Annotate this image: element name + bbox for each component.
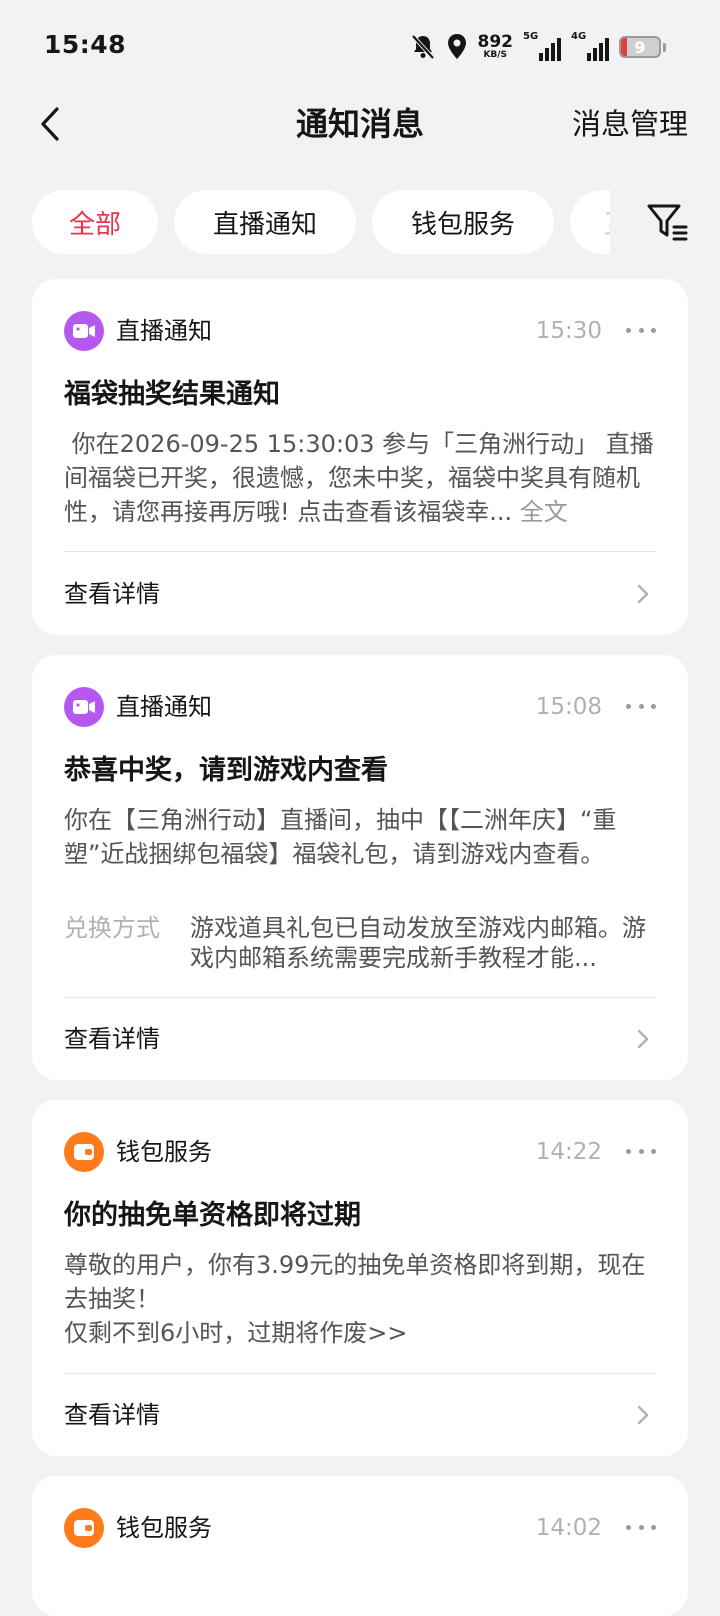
sim2-signal: 4G (571, 31, 609, 61)
chip-wallet-service[interactable]: 钱包服务 (372, 190, 554, 254)
card-body: 你在【三角洲行动】直播间，抽中【【二洲年庆】“重塑”近战捆绑包福袋】福袋礼包，请… (64, 806, 617, 868)
chevron-right-icon (637, 584, 649, 604)
notification-card[interactable]: 钱包服务 14:22 你的抽免单资格即将过期 尊敬的用户，你有3.99元的抽免单… (32, 1100, 688, 1456)
card-header: 钱包服务 14:22 (64, 1132, 656, 1172)
bell-muted-icon (411, 34, 434, 60)
battery-cap (663, 42, 666, 52)
divider (64, 997, 656, 998)
wallet-icon (64, 1132, 104, 1172)
card-source: 钱包服务 (116, 1514, 212, 1542)
sim1-network-type: 5G (523, 31, 539, 42)
filter-bar: 全部 直播通知 钱包服务 互 (0, 190, 720, 254)
status-bar: 15:48 892 KB/S 5G 4G 9 (0, 0, 720, 92)
card-body: 你在2026-09-25 15:30:03 参与「三角洲行动」 直播间福袋已开奖… (64, 427, 656, 529)
view-details-label: 查看详情 (64, 1401, 160, 1429)
signal-bars-icon (539, 38, 561, 61)
video-camera-icon (64, 687, 104, 727)
card-header: 直播通知 15:08 (64, 687, 656, 727)
card-title: 你的抽免单资格即将过期 (64, 1200, 361, 1231)
card-title: 福袋抽奖结果通知 (64, 379, 280, 410)
more-options-icon[interactable] (626, 1149, 656, 1155)
chip-interaction[interactable]: 互 (570, 190, 610, 254)
battery-icon: 9 (619, 36, 661, 58)
more-options-icon[interactable] (626, 1525, 656, 1531)
status-time: 15:48 (44, 30, 127, 59)
card-time: 14:22 (535, 1139, 602, 1165)
chevron-right-icon (637, 1029, 649, 1049)
battery-level: 9 (634, 37, 646, 57)
redeem-method-value: 游戏道具礼包已自动发放至游戏内邮箱。游戏内邮箱系统需要完成新手教程才能... (190, 914, 646, 972)
more-options-icon[interactable] (626, 328, 656, 334)
wallet-icon (64, 1508, 104, 1548)
sim1-signal: 5G (523, 31, 561, 61)
video-camera-icon (64, 311, 104, 351)
filter-icon[interactable] (646, 200, 690, 244)
message-manage-button[interactable]: 消息管理 (572, 102, 688, 146)
card-source: 直播通知 (116, 693, 212, 721)
card-time: 15:08 (535, 694, 602, 720)
notification-card[interactable]: 直播通知 15:30 福袋抽奖结果通知 你在2026-09-25 15:30:0… (32, 279, 688, 635)
network-speed-value: 892 (477, 32, 514, 52)
card-title: 恭喜中奖，请到游戏内查看 (64, 755, 388, 786)
card-header: 钱包服务 14:02 (64, 1508, 656, 1548)
divider (64, 1373, 656, 1374)
notification-card[interactable]: 钱包服务 14:02 (32, 1476, 688, 1616)
view-details-row[interactable]: 查看详情 (64, 1019, 656, 1059)
status-icons: 892 KB/S 5G 4G 9 (410, 30, 666, 64)
sim2-network-type: 4G (571, 31, 587, 42)
signal-bars-icon (587, 38, 609, 61)
view-details-row[interactable]: 查看详情 (64, 574, 656, 614)
nav-bar: 通知消息 消息管理 (0, 92, 720, 158)
chevron-right-icon (637, 1405, 649, 1425)
card-source: 直播通知 (116, 317, 212, 345)
full-text-link[interactable]: 全文 (520, 498, 568, 526)
view-details-label: 查看详情 (64, 1025, 160, 1053)
chip-all[interactable]: 全部 (32, 190, 158, 254)
chip-live-notice[interactable]: 直播通知 (174, 190, 356, 254)
divider (64, 551, 656, 552)
card-time: 15:30 (535, 318, 602, 344)
more-options-icon[interactable] (626, 704, 656, 710)
location-icon (447, 34, 466, 59)
view-details-row[interactable]: 查看详情 (64, 1395, 656, 1435)
redeem-method-key: 兑换方式 (64, 914, 160, 942)
network-speed: 892 KB/S (478, 34, 514, 60)
card-header: 直播通知 15:30 (64, 311, 656, 351)
card-body-line: 尊敬的用户，你有3.99元的抽免单资格即将到期，现在去抽奖！ (64, 1251, 646, 1313)
notification-card[interactable]: 直播通知 15:08 恭喜中奖，请到游戏内查看 你在【三角洲行动】直播间，抽中【… (32, 655, 688, 1080)
redeem-method-row: 兑换方式 游戏道具礼包已自动发放至游戏内邮箱。游戏内邮箱系统需要完成新手教程才能… (64, 913, 656, 973)
filter-chips: 全部 直播通知 钱包服务 互 (32, 190, 610, 254)
card-time: 14:02 (535, 1515, 602, 1541)
view-details-label: 查看详情 (64, 580, 160, 608)
expire-link[interactable]: 仅剩不到6小时，过期将作废>> (64, 1316, 656, 1350)
network-speed-unit: KB/S (483, 50, 508, 60)
card-body: 尊敬的用户，你有3.99元的抽免单资格即将到期，现在去抽奖！ 仅剩不到6小时，过… (64, 1248, 656, 1350)
card-source: 钱包服务 (116, 1138, 212, 1166)
